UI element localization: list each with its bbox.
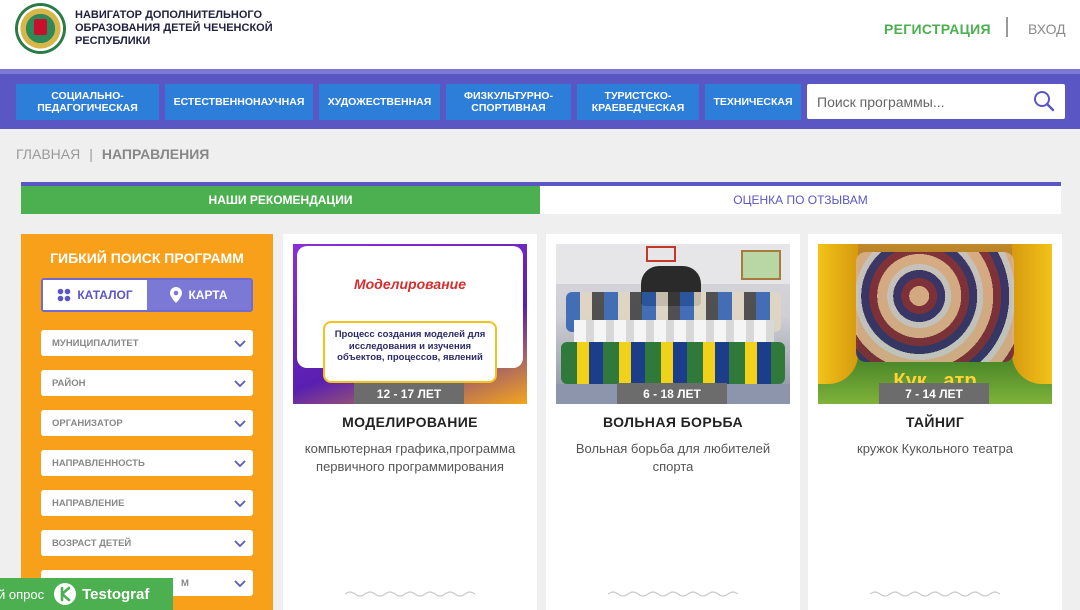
brand-line: НАВИГАТОР ДОПОЛНИТЕЛЬНОГО <box>75 9 263 21</box>
grid-icon <box>58 288 71 302</box>
chevron-down-icon <box>234 340 246 348</box>
breadcrumb-home[interactable]: ГЛАВНАЯ <box>16 146 80 162</box>
filter-label: РАЙОН <box>52 377 86 389</box>
site-header: НАВИГАТОР ДОПОЛНИТЕЛЬНОГО ОБРАЗОВАНИЯ ДЕ… <box>0 0 1080 69</box>
testograf-logo-icon <box>54 583 77 605</box>
program-search <box>807 84 1065 119</box>
program-description: Вольная борьба для любителей спорта <box>575 441 771 474</box>
search-icon[interactable] <box>1033 90 1055 112</box>
program-title[interactable]: ВОЛЬНАЯ БОРЬБА <box>546 414 800 430</box>
program-card[interactable]: 6 - 18 ЛЕТ ВОЛЬНАЯ БОРЬБА Вольная борьба… <box>546 234 800 610</box>
survey-brand: Testograf <box>82 585 150 603</box>
survey-widget-button[interactable]: й опрос Testograf <box>0 578 173 610</box>
view-toggle: КАТАЛОГ КАРТА <box>41 278 253 312</box>
filter-child-age[interactable]: ВОЗРАСТ ДЕТЕЙ <box>41 530 253 556</box>
chevron-down-icon <box>234 580 246 588</box>
filter-label: НАПРАВЛЕНИЕ <box>52 497 125 509</box>
listing-tabs: НАШИ РЕКОМЕНДАЦИИ ОЦЕНКА ПО ОТЗЫВАМ <box>21 182 1061 214</box>
brand-line: ОБРАЗОВАНИЯ ДЕТЕЙ ЧЕЧЕНСКОЙ <box>75 22 273 34</box>
program-description: кружок Кукольного театра <box>857 441 1013 456</box>
survey-label: й опрос <box>0 586 45 602</box>
nav-tourism[interactable]: ТУРИСТСКО-КРАЕВЕДЧЕСКАЯ <box>577 84 699 120</box>
program-title[interactable]: ТАЙНИГ <box>808 414 1062 430</box>
site-brand[interactable]: НАВИГАТОР ДОПОЛНИТЕЛЬНОГО ОБРАЗОВАНИЯ ДЕ… <box>75 9 295 48</box>
wave-divider <box>345 591 475 597</box>
program-card[interactable]: Кук атр 7 - 14 ЛЕТ ТАЙНИГ кружок Кукольн… <box>808 234 1062 610</box>
filter-direction[interactable]: НАПРАВЛЕНИЕ <box>41 490 253 516</box>
filter-district[interactable]: РАЙОН <box>41 370 253 396</box>
filter-organizer[interactable]: ОРГАНИЗАТОР <box>41 410 253 436</box>
tab-reviews-rating[interactable]: ОЦЕНКА ПО ОТЗЫВАМ <box>540 186 1061 214</box>
breadcrumb: ГЛАВНАЯ | НАПРАВЛЕНИЯ <box>16 146 209 162</box>
program-image: Моделирование Процесс создания моделей д… <box>293 244 527 404</box>
chevron-down-icon <box>234 500 246 508</box>
map-view-button[interactable]: КАРТА <box>147 280 251 310</box>
image-heading: Моделирование <box>353 276 467 292</box>
catalog-label: КАТАЛОГ <box>77 288 133 302</box>
register-link[interactable]: РЕГИСТРАЦИЯ <box>884 21 991 37</box>
program-card[interactable]: Моделирование Процесс создания моделей д… <box>283 234 537 610</box>
program-photo: 6 - 18 ЛЕТ <box>556 244 790 404</box>
catalog-view-button[interactable]: КАТАЛОГ <box>43 280 147 310</box>
image-caption: Процесс создания моделей для исследовани… <box>323 321 497 383</box>
brand-line: РЕСПУБЛИКИ <box>75 35 151 47</box>
wave-divider <box>608 591 738 597</box>
filter-label: М <box>181 577 189 589</box>
age-range-badge: 6 - 18 ЛЕТ <box>617 383 727 404</box>
chevron-down-icon <box>234 540 246 548</box>
filter-municipality[interactable]: МУНИЦИПАЛИТЕТ <box>41 330 253 356</box>
filter-label: ВОЗРАСТ ДЕТЕЙ <box>52 537 132 549</box>
wave-divider <box>870 591 1000 597</box>
filter-focus[interactable]: НАПРАВЛЕННОСТЬ <box>41 450 253 476</box>
nav-technical[interactable]: ТЕХНИЧЕСКАЯ <box>705 84 801 120</box>
category-navbar: СОЦИАЛЬНО-ПЕДАГОГИЧЕСКАЯ ЕСТЕСТВЕННОНАУЧ… <box>0 69 1080 129</box>
nav-social-pedagogical[interactable]: СОЦИАЛЬНО-ПЕДАГОГИЧЕСКАЯ <box>16 84 159 120</box>
program-title[interactable]: МОДЕЛИРОВАНИЕ <box>283 414 537 430</box>
age-range-badge: 7 - 14 ЛЕТ <box>879 383 989 404</box>
chevron-down-icon <box>234 420 246 428</box>
filter-label: ОРГАНИЗАТОР <box>52 417 123 429</box>
map-label: КАРТА <box>188 288 228 302</box>
republic-emblem-logo[interactable] <box>15 3 66 54</box>
filter-label: МУНИЦИПАЛИТЕТ <box>52 337 139 349</box>
filter-label: НАПРАВЛЕННОСТЬ <box>52 457 145 469</box>
panel-title: ГИБКИЙ ПОИСК ПРОГРАММ <box>50 250 244 266</box>
age-range-badge: 12 - 17 ЛЕТ <box>354 383 464 404</box>
breadcrumb-separator: | <box>89 146 93 162</box>
program-image: Кук атр 7 - 14 ЛЕТ <box>818 244 1052 404</box>
header-divider <box>1006 17 1008 37</box>
flexible-search-panel: ГИБКИЙ ПОИСК ПРОГРАММ КАТАЛОГ КАРТА МУНИ… <box>21 234 273 610</box>
chevron-down-icon <box>234 380 246 388</box>
tab-recommendations[interactable]: НАШИ РЕКОМЕНДАЦИИ <box>21 186 540 214</box>
search-input[interactable] <box>817 84 1027 119</box>
chevron-down-icon <box>234 460 246 468</box>
nav-sports[interactable]: ФИЗКУЛЬТУРНО-СПОРТИВНАЯ <box>446 84 571 120</box>
program-description: компьютерная графика,программа первичног… <box>304 441 516 474</box>
breadcrumb-current: НАПРАВЛЕНИЯ <box>101 146 210 162</box>
map-pin-icon <box>170 287 183 303</box>
nav-artistic[interactable]: ХУДОЖЕСТВЕННАЯ <box>319 84 440 120</box>
login-link[interactable]: ВХОД <box>1028 21 1066 37</box>
nav-natural-science[interactable]: ЕСТЕСТВЕННОНАУЧНАЯ <box>165 84 313 120</box>
